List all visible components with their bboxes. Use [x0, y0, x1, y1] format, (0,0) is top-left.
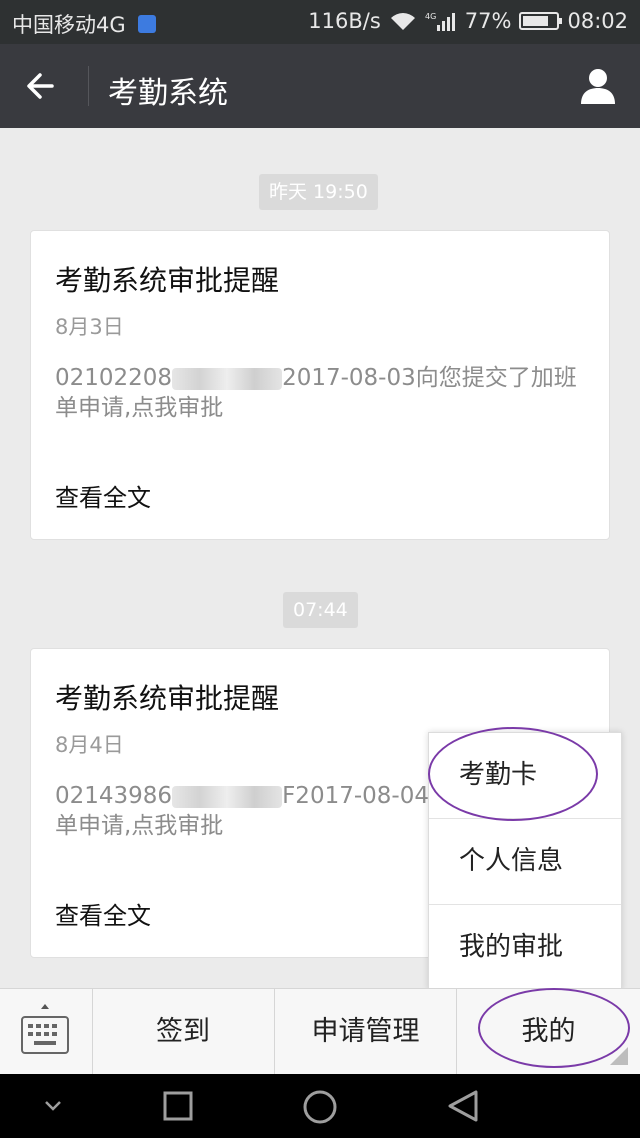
message-timestamp: 昨天 19:50 — [259, 174, 378, 210]
network-type-label: 4G — [425, 12, 436, 21]
message-title: 考勤系统审批提醒 — [55, 264, 280, 297]
user-profile-icon[interactable] — [578, 66, 618, 106]
title-bar: 考勤系统 — [0, 44, 640, 128]
battery-icon — [519, 12, 563, 30]
message-body-prefix: 02143986 — [55, 783, 173, 809]
keyboard-toggle[interactable] — [0, 989, 93, 1075]
network-speed: 116B/s — [308, 9, 381, 33]
message-card[interactable]: 考勤系统审批提醒 8月3日 02102208 2017-08-03向您提交了加班 … — [30, 230, 610, 540]
read-full-link[interactable]: 查看全文 — [55, 896, 151, 931]
header-divider — [88, 66, 89, 106]
battery-fill — [523, 16, 549, 26]
signal-icon: 4G — [425, 12, 455, 31]
clock: 08:02 — [567, 9, 628, 33]
app-notification-icon — [137, 15, 156, 33]
home-icon[interactable] — [302, 1089, 338, 1125]
keyboard-icon — [21, 1004, 69, 1054]
status-bar: 中国移动4G 116B/s 4G 77% 08:02 — [0, 0, 640, 44]
redacted-blur — [172, 785, 283, 808]
message-body-line2: 单申请,点我审批 — [55, 395, 224, 421]
message-title: 考勤系统审批提醒 — [55, 682, 280, 715]
system-navigation-bar — [0, 1074, 640, 1138]
recent-apps-icon[interactable] — [162, 1090, 194, 1122]
menu-item-personal-info[interactable]: 个人信息 — [429, 819, 621, 905]
message-body: 02102208 2017-08-03向您提交了加班 单申请,点我审批 — [55, 363, 595, 423]
battery-percent: 77% — [464, 9, 512, 33]
message-timestamp: 07:44 — [283, 592, 358, 628]
chevron-down-icon[interactable] — [42, 1096, 64, 1116]
page-title: 考勤系统 — [108, 76, 228, 111]
highlight-ring — [478, 988, 630, 1068]
message-body-line2: 单申请,点我审批 — [55, 813, 224, 839]
menu-application-management[interactable]: 申请管理 — [275, 989, 457, 1075]
back-arrow-icon[interactable] — [22, 66, 64, 106]
back-triangle-icon[interactable] — [446, 1089, 480, 1123]
highlight-ring — [428, 727, 598, 821]
message-date: 8月3日 — [55, 315, 124, 339]
message-date: 8月4日 — [55, 733, 124, 757]
carrier-label: 中国移动4G — [12, 13, 126, 37]
menu-item-my-approvals[interactable]: 我的审批 — [429, 905, 621, 990]
wifi-icon — [390, 13, 415, 30]
redacted-blur — [172, 367, 283, 390]
menu-sign-in[interactable]: 签到 — [92, 989, 275, 1075]
read-full-link[interactable]: 查看全文 — [55, 478, 151, 513]
message-body-suffix: 2017-08-03向您提交了加班 — [282, 365, 577, 391]
message-body-prefix: 02102208 — [55, 365, 173, 391]
message-body-suffix: F2017-08-04向 — [282, 783, 452, 809]
